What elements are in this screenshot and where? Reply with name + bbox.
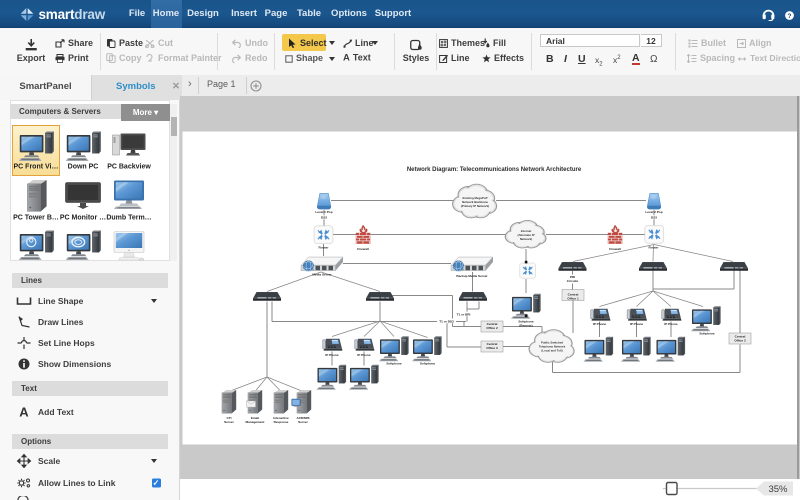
svg-text:Network Diagram: Telecommunica: Network Diagram: Telecommunications Netw… [407,167,582,173]
svg-text:T1 or DS3: T1 or DS3 [439,319,454,323]
svg-text:DS3: DS3 [651,216,657,220]
svg-text:IP Phone: IP Phone [630,322,643,326]
svg-text:Server: Server [224,420,234,424]
svg-text:Softphone: Softphone [420,362,436,366]
svg-text:Media Server: Media Server [312,273,332,277]
svg-text:Router: Router [319,246,330,250]
svg-text:Office 2: Office 2 [734,339,746,343]
svg-text:Management: Management [246,420,265,424]
svg-text:Server: Server [298,420,308,424]
svg-text:(Remote): (Remote) [519,324,532,328]
svg-text:IP Phone: IP Phone [357,353,370,357]
svg-text:Network): Network) [520,237,532,241]
svg-text:Softphone: Softphone [386,362,402,366]
svg-text:Level 2 Pop: Level 2 Pop [645,210,662,214]
svg-text:Response: Response [274,420,289,424]
svg-text:Office 1: Office 1 [567,297,579,301]
svg-text:(Primary IP Network): (Primary IP Network) [461,204,489,208]
svg-text:Backup Media Server: Backup Media Server [456,274,488,278]
svg-text:IP Phone: IP Phone [664,322,677,326]
svg-text:Softphone: Softphone [699,332,715,336]
svg-text:(Local and Toll): (Local and Toll) [541,349,562,353]
svg-text:Office 2: Office 2 [486,326,498,330]
svg-text:Firewall: Firewall [609,247,621,251]
svg-text:35%: 35% [768,484,788,495]
svg-text:Firewall: Firewall [357,247,369,251]
svg-text:IP Phone: IP Phone [325,353,338,357]
svg-text:T1 or BRI: T1 or BRI [457,312,471,316]
svg-text:Level 1 Pop: Level 1 Pop [315,210,332,214]
svg-text:Circuits: Circuits [567,279,579,283]
svg-text:Router: Router [649,246,660,250]
svg-text:DS3: DS3 [321,216,327,220]
svg-text:IP Phone: IP Phone [593,322,606,326]
svg-text:?: ? [788,13,792,20]
svg-text:Office 3: Office 3 [486,346,498,350]
